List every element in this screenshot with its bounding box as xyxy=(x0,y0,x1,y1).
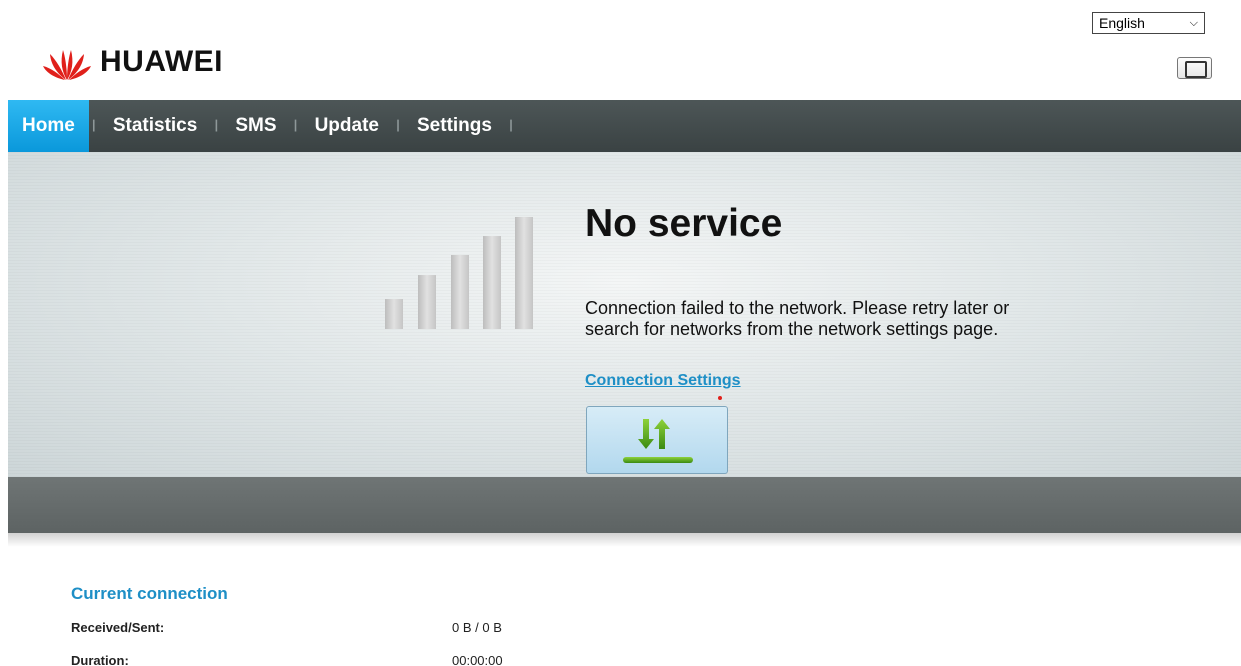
chevron-down-icon: ⌵ xyxy=(1189,16,1198,29)
status-title: No service xyxy=(585,202,783,245)
received-sent-label: Received/Sent: xyxy=(71,620,165,635)
nav-update-label: Update xyxy=(314,115,379,136)
status-panel-footer xyxy=(8,477,1241,533)
status-indicator-dot xyxy=(718,396,722,400)
nav-divider: ┃ xyxy=(507,120,514,132)
main-nav: Home ┃ Statistics ┃ SMS ┃ Update ┃ Setti… xyxy=(8,100,1241,152)
window-toggle-button[interactable] xyxy=(1177,57,1212,79)
status-panel: No service Connection failed to the netw… xyxy=(8,152,1241,477)
transfer-arrows-icon xyxy=(623,419,693,463)
signal-bar xyxy=(418,275,436,329)
nav-sms[interactable]: SMS xyxy=(221,100,290,152)
nav-divider: ┃ xyxy=(394,120,401,132)
panel-shadow xyxy=(8,533,1241,547)
nav-settings-label: Settings xyxy=(417,115,492,136)
nav-home-label: Home xyxy=(22,115,75,136)
received-sent-value: 0 B / 0 B xyxy=(452,620,502,635)
signal-bar xyxy=(451,255,469,329)
nav-divider: ┃ xyxy=(90,120,97,132)
duration-label: Duration: xyxy=(71,653,129,666)
connection-settings-link[interactable]: Connection Settings xyxy=(585,372,741,390)
huawei-flower-icon xyxy=(43,50,91,80)
brand-name: HUAWEI xyxy=(100,45,223,78)
signal-bar xyxy=(515,217,533,329)
current-connection-title: Current connection xyxy=(71,584,228,603)
signal-bar xyxy=(385,299,403,329)
nav-sms-label: SMS xyxy=(235,115,277,136)
nav-settings[interactable]: Settings xyxy=(403,100,506,152)
nav-statistics[interactable]: Statistics xyxy=(99,100,211,152)
header: HUAWEI English ⌵ xyxy=(0,0,1241,100)
nav-update[interactable]: Update xyxy=(301,100,393,152)
status-message: Connection failed to the network. Please… xyxy=(585,298,1010,339)
nav-divider: ┃ xyxy=(213,120,220,132)
language-selected: English xyxy=(1099,15,1145,31)
duration-value: 00:00:00 xyxy=(452,653,503,666)
nav-divider: ┃ xyxy=(292,120,299,132)
nav-statistics-label: Statistics xyxy=(112,115,198,136)
huawei-logo[interactable]: HUAWEI xyxy=(42,40,252,84)
signal-bar xyxy=(483,236,501,329)
connect-button[interactable] xyxy=(586,406,728,474)
nav-home[interactable]: Home xyxy=(8,100,89,152)
signal-strength-icon xyxy=(385,217,545,329)
language-select[interactable]: English ⌵ xyxy=(1092,12,1205,34)
